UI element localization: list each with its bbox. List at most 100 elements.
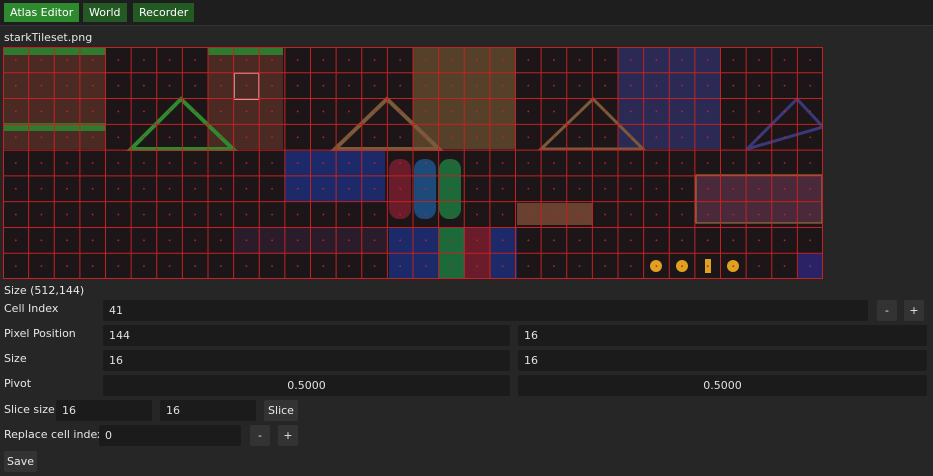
atlas-cell-pivot-dot: [219, 84, 222, 87]
atlas-cell-pivot-dot: [450, 58, 453, 61]
atlas-cell-pivot-dot: [527, 187, 530, 190]
replace-index-decrement-button[interactable]: -: [250, 425, 270, 446]
atlas-cell-pivot-dot: [14, 265, 17, 268]
atlas-cell-pivot-dot: [706, 110, 709, 113]
slice-height-field[interactable]: 16: [160, 400, 256, 421]
atlas-cell-pivot-dot: [629, 110, 632, 113]
atlas-cell-pivot-dot: [245, 265, 248, 268]
atlas-cell-pivot-dot: [322, 136, 325, 139]
atlas-cell-pivot-dot: [450, 110, 453, 113]
atlas-cell-pivot-dot: [296, 187, 299, 190]
atlas-cell-pivot-dot: [450, 162, 453, 164]
atlas-cell-pivot-dot: [194, 84, 197, 87]
atlas-cell-pivot-dot: [655, 84, 658, 87]
atlas-cell-pivot-dot: [143, 162, 145, 164]
atlas-cell-pivot-dot: [219, 213, 222, 216]
tab-recorder[interactable]: Recorder: [133, 3, 195, 22]
atlas-cell-pivot-dot: [348, 213, 350, 216]
save-button[interactable]: Save: [4, 451, 37, 472]
atlas-cell-pivot-dot: [168, 213, 171, 216]
atlas-cell-pivot-dot: [578, 58, 581, 61]
slice-button[interactable]: Slice: [264, 400, 298, 421]
pixel-position-y-field[interactable]: 16: [518, 325, 927, 346]
atlas-cell-pivot-dot: [604, 110, 607, 113]
atlas-cell-pivot-dot: [271, 58, 273, 61]
atlas-cell-pivot-dot: [501, 239, 504, 242]
atlas-cell-pivot-dot: [322, 213, 325, 216]
atlas-cell-pivot-dot: [629, 213, 632, 216]
atlas-cell-pivot-dot: [399, 265, 402, 268]
pixel-position-x-field[interactable]: 144: [103, 325, 510, 346]
atlas-cell-pivot-dot: [373, 187, 376, 190]
atlas-tileset-grid[interactable]: [3, 47, 823, 279]
size-width-field[interactable]: 16: [103, 350, 510, 371]
atlas-cell-pivot-dot: [706, 239, 709, 242]
atlas-cell-pivot-dot: [604, 84, 607, 87]
atlas-cell-pivot-dot: [604, 213, 607, 216]
atlas-cell-pivot-dot: [681, 265, 683, 268]
atlas-cell-pivot-dot: [758, 239, 760, 242]
atlas-cell-pivot-dot: [527, 58, 530, 61]
atlas-cell-pivot-dot: [117, 84, 120, 87]
atlas-cell-pivot-dot: [578, 265, 581, 268]
atlas-cell-pivot-dot: [117, 58, 120, 61]
atlas-cell-pivot-dot: [681, 162, 683, 164]
atlas-cell-pivot-dot: [219, 136, 222, 139]
atlas-cell-pivot-dot: [348, 162, 350, 164]
atlas-cell-pivot-dot: [373, 162, 376, 164]
atlas-cell-pivot-dot: [424, 136, 427, 139]
atlas-cell-pivot-dot: [194, 187, 197, 190]
atlas-cell-pivot-dot: [783, 136, 786, 139]
atlas-cell-pivot-dot: [168, 239, 171, 242]
cell-index-field[interactable]: 41: [103, 300, 868, 321]
pivot-y-field[interactable]: 0.5000: [518, 375, 927, 396]
size-height-field[interactable]: 16: [518, 350, 927, 371]
atlas-cell-pivot-dot: [66, 239, 68, 242]
atlas-cell-pivot-dot: [296, 162, 299, 164]
atlas-cell-pivot-dot: [296, 58, 299, 61]
atlas-cell-pivot-dot: [783, 162, 786, 164]
atlas-cell-pivot-dot: [809, 239, 812, 242]
atlas-cell-pivot-dot: [91, 110, 94, 113]
atlas-cell-pivot-dot: [783, 84, 786, 87]
atlas-cell-pivot-dot: [168, 84, 171, 87]
replace-index-increment-button[interactable]: +: [278, 425, 298, 446]
replace-cell-index-field[interactable]: 0: [99, 425, 241, 446]
atlas-cell-pivot-dot: [783, 187, 786, 190]
atlas-cell-pivot-dot: [758, 187, 760, 190]
atlas-cell-pivot-dot: [271, 136, 273, 139]
atlas-cell-pivot-dot: [194, 265, 197, 268]
atlas-cell-pivot-dot: [501, 58, 504, 61]
atlas-cell-pivot-dot: [399, 187, 402, 190]
atlas-cell-pivot-dot: [322, 58, 325, 61]
atlas-cell-pivot-dot: [14, 239, 17, 242]
atlas-cell-pivot-dot: [373, 58, 376, 61]
atlas-cell-pivot-dot: [168, 187, 171, 190]
tab-atlas-editor[interactable]: Atlas Editor: [4, 3, 80, 22]
atlas-cell-pivot-dot: [655, 110, 658, 113]
atlas-cell-pivot-dot: [527, 213, 530, 216]
atlas-cell-pivot-dot: [219, 239, 222, 242]
atlas-cell-pivot-dot: [681, 239, 683, 242]
atlas-cell-pivot-dot: [91, 213, 94, 216]
tab-world[interactable]: World: [83, 3, 127, 22]
atlas-cell-pivot-dot: [245, 58, 248, 61]
atlas-cell-pivot-dot: [399, 84, 402, 87]
atlas-cell-pivot-dot: [578, 162, 581, 164]
atlas-size-label: Size (512,144): [4, 284, 85, 297]
atlas-cell-pivot-dot: [655, 136, 658, 139]
atlas-cell-pivot-dot: [629, 84, 632, 87]
atlas-cell-pivot-dot: [91, 84, 94, 87]
atlas-cell-pivot-dot: [604, 239, 607, 242]
atlas-cell-pivot-dot: [501, 136, 504, 139]
pivot-x-field[interactable]: 0.5000: [103, 375, 510, 396]
atlas-cell-pivot-dot: [91, 239, 94, 242]
atlas-cell-pivot-dot: [14, 136, 17, 139]
atlas-cell-pivot-dot: [629, 187, 632, 190]
cell-index-label: Cell Index: [4, 302, 59, 315]
cell-index-increment-button[interactable]: +: [904, 300, 924, 321]
slice-width-field[interactable]: 16: [56, 400, 152, 421]
atlas-cell-pivot-dot: [143, 213, 145, 216]
cell-index-decrement-button[interactable]: -: [877, 300, 897, 321]
atlas-cell-pivot-dot: [732, 162, 735, 164]
